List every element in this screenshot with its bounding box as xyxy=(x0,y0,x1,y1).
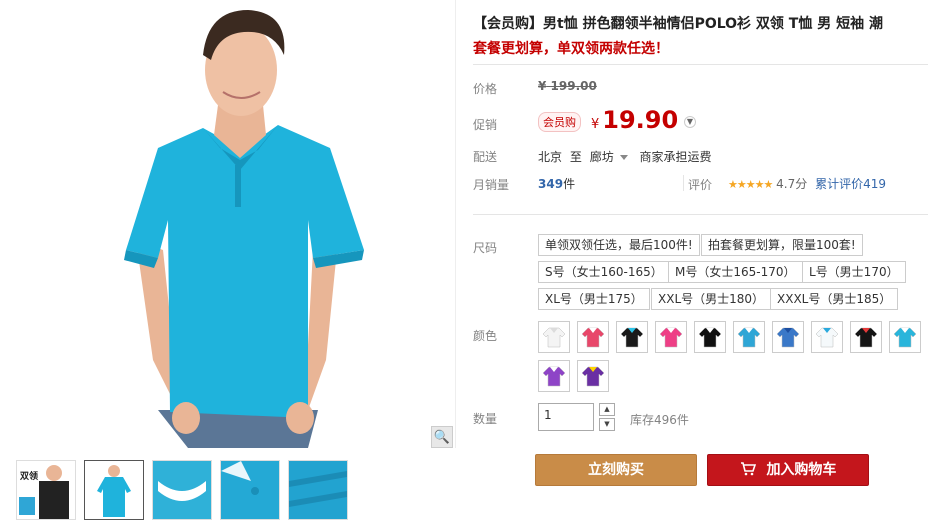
monthly-sales-label: 月销量 xyxy=(473,178,510,192)
promo-price: ¥19.90 xyxy=(591,106,679,134)
rating-label: 评价 xyxy=(688,178,713,192)
color-swatch[interactable] xyxy=(655,321,687,353)
thumbnail-1[interactable]: 双领 xyxy=(16,460,76,520)
shipping-label: 配送 xyxy=(473,150,498,164)
rating-stars-icon: ★★★★★ xyxy=(728,178,773,191)
shipping-destination-select[interactable]: 廊坊 xyxy=(590,150,628,164)
quantity-input[interactable]: 1 xyxy=(538,403,594,431)
color-swatch[interactable] xyxy=(538,360,570,392)
promo-label: 促销 xyxy=(473,118,498,132)
product-title: 【会员购】男t恤 拼色翻领半袖情侣POLO衫 双领 T恤 男 短袖 潮 xyxy=(473,16,883,32)
color-swatch[interactable] xyxy=(694,321,726,353)
quantity-label: 数量 xyxy=(473,412,498,426)
color-swatch[interactable] xyxy=(538,321,570,353)
color-swatch[interactable] xyxy=(811,321,843,353)
shipping-route: 北京 至 廊坊 商家承担运费 xyxy=(538,148,712,165)
color-label: 颜色 xyxy=(473,329,498,343)
size-option[interactable]: XXXL号（男士185） xyxy=(770,288,899,310)
product-gallery: 🔍 双领 xyxy=(8,0,456,527)
quantity-decrement-button[interactable]: ▼ xyxy=(599,418,615,431)
price-label: 价格 xyxy=(473,82,498,96)
size-option[interactable]: XXL号（男士180） xyxy=(651,288,772,310)
divider xyxy=(473,64,928,65)
thumbnail-2[interactable] xyxy=(84,460,144,520)
add-to-cart-button[interactable]: 加入购物车 xyxy=(707,454,869,486)
thumbnail-4[interactable] xyxy=(220,460,280,520)
size-option[interactable]: M号（女士165-170） xyxy=(668,261,803,283)
thumbnail-3[interactable] xyxy=(152,460,212,520)
size-option[interactable]: L号（男士170） xyxy=(802,261,906,283)
price-dropdown-icon[interactable]: ▼ xyxy=(684,116,696,128)
add-to-cart-label: 加入购物车 xyxy=(766,462,837,478)
promo-badge: 会员购 xyxy=(538,112,581,132)
shipping-fee: 商家承担运费 xyxy=(639,150,712,164)
color-swatch[interactable] xyxy=(616,321,648,353)
shipping-to-word: 至 xyxy=(569,150,582,164)
cart-icon xyxy=(740,462,761,478)
color-swatch[interactable] xyxy=(850,321,882,353)
product-subtitle: 套餐更划算，单双领两款任选！ xyxy=(473,41,669,57)
color-swatch[interactable] xyxy=(577,360,609,392)
stock-text: 库存496件 xyxy=(630,413,689,427)
color-swatch[interactable] xyxy=(733,321,765,353)
size-label: 尺码 xyxy=(473,241,498,255)
divider xyxy=(473,214,928,215)
total-reviews-link[interactable]: 累计评价419 xyxy=(815,177,886,191)
size-option[interactable]: 单领双领任选，最后100件! xyxy=(538,234,700,256)
size-option[interactable]: S号（女士160-165） xyxy=(538,261,670,283)
model-in-polo-image xyxy=(8,0,455,448)
buy-now-button[interactable]: 立刻购买 xyxy=(535,454,697,486)
magnifier-icon[interactable]: 🔍 xyxy=(431,426,453,448)
color-swatch[interactable] xyxy=(577,321,609,353)
main-product-image[interactable]: 🔍 xyxy=(8,0,456,448)
thumbnail-5[interactable] xyxy=(288,460,348,520)
thumbnail-1-label: 双领 xyxy=(20,472,39,482)
color-swatch[interactable] xyxy=(772,321,804,353)
color-swatch[interactable] xyxy=(889,321,921,353)
monthly-sales: 349件 xyxy=(538,177,576,191)
size-option[interactable]: 拍套餐更划算，限量100套! xyxy=(701,234,863,256)
rating-summary: ★★★★★ 4.7分 累计评价419 xyxy=(728,177,886,191)
quantity-increment-button[interactable]: ▲ xyxy=(599,403,615,416)
size-option[interactable]: XL号（男士175） xyxy=(538,288,650,310)
chevron-down-icon xyxy=(619,155,628,160)
divider xyxy=(683,175,684,191)
original-price: ¥ 199.00 xyxy=(538,79,597,93)
shipping-from: 北京 xyxy=(538,150,563,164)
